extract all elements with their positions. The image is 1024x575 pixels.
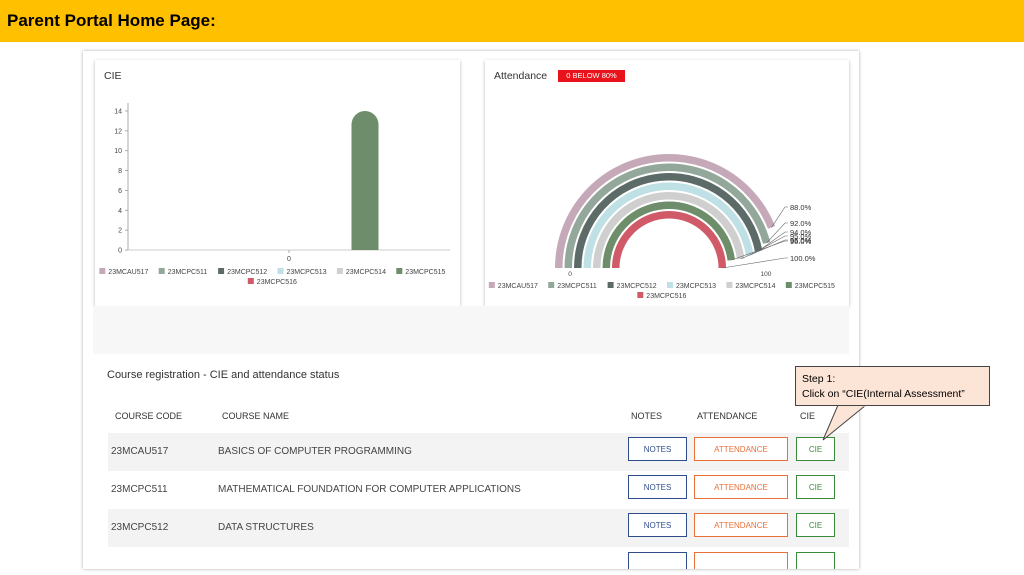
notes-button[interactable]: NOTES: [628, 437, 687, 461]
arc-value-label: 92.0%: [790, 219, 812, 228]
arc-value-label: 100.0%: [790, 254, 816, 263]
header-attendance: ATTENDANCE: [697, 411, 758, 421]
legend-label: 23MCPC514: [346, 269, 386, 276]
cie-button[interactable]: CIE: [796, 513, 835, 537]
legend-swatch: [99, 268, 106, 274]
arc-value-label: 88.0%: [790, 203, 812, 212]
legend-swatch: [667, 282, 673, 288]
legend-label: 23MCAU517: [108, 269, 148, 276]
legend-swatch: [277, 268, 284, 274]
legend-label: 23MCPC516: [257, 279, 297, 286]
legend-swatch: [158, 268, 165, 274]
legend-swatch: [637, 292, 644, 298]
legend-label: 23MCPC511: [168, 269, 208, 276]
notes-button[interactable]: NOTES: [628, 513, 687, 537]
attendance-button-partial[interactable]: [694, 552, 788, 569]
arc-23mcpc516: [612, 211, 726, 269]
legend-swatch: [726, 282, 733, 288]
table-row-partial: [108, 547, 849, 569]
course-code: 23MCPC512: [111, 522, 169, 533]
legend-label: 23MCPC512: [617, 283, 657, 290]
table-row: 23MCPC512 DATA STRUCTURES NOTES ATTENDAN…: [108, 509, 849, 547]
y-tick-label: 4: [118, 208, 122, 215]
legend-swatch: [396, 268, 403, 274]
attendance-button[interactable]: ATTENDANCE: [694, 475, 788, 499]
legend-label: 23MCPC511: [557, 283, 597, 290]
cie-button[interactable]: CIE: [796, 437, 835, 461]
course-name: BASICS OF COMPUTER PROGRAMMING: [218, 446, 412, 457]
legend-swatch: [607, 282, 614, 288]
cie-button[interactable]: CIE: [796, 475, 835, 499]
page-title: Parent Portal Home Page:: [7, 11, 216, 30]
legend-swatch: [218, 268, 225, 274]
notes-button-partial[interactable]: [628, 552, 687, 569]
y-tick-label: 10: [114, 148, 122, 155]
step-callout: Step 1: Click on “CIE(Internal Assessmen…: [795, 366, 990, 406]
attendance-chart-card: Attendance 0 BELOW 80% 88.0% 92.0% 94.0% 95…: [485, 60, 849, 306]
callout-instruction: Click on “CIE(Internal Assessment”: [802, 388, 965, 400]
notes-button[interactable]: NOTES: [628, 475, 687, 499]
attendance-button[interactable]: ATTENDANCE: [694, 513, 788, 537]
legend-swatch: [336, 268, 343, 274]
course-name: MATHEMATICAL FOUNDATION FOR COMPUTER APP…: [218, 484, 521, 495]
section-separator: [93, 306, 849, 354]
course-registration-panel: Course registration - CIE and attendance…: [93, 354, 849, 569]
header-banner: Parent Portal Home Page:: [0, 0, 1024, 42]
cie-chart-card: CIE 0 2 4 6 8 10 12 14 0 23MCAU517 23MCPC511 23MCPC…: [95, 60, 460, 306]
legend-swatch: [247, 278, 254, 284]
callout-step: Step 1:: [802, 373, 836, 385]
registration-title: Course registration - CIE and attendance…: [107, 369, 340, 381]
legend-swatch: [488, 282, 495, 288]
y-tick-label: 6: [118, 188, 122, 195]
legend-swatch: [785, 282, 792, 288]
legend-label: 23MCPC513: [287, 269, 327, 276]
table-row: 23MCPC511 MATHEMATICAL FOUNDATION FOR CO…: [108, 471, 849, 509]
legend-label: 23MCPC515: [795, 283, 835, 290]
axis-label-max: 100: [761, 271, 772, 278]
legend-label: 23MCPC514: [735, 283, 775, 290]
y-tick-label: 8: [118, 168, 122, 175]
legend-label: 23MCPC516: [646, 293, 686, 300]
legend-label: 23MCPC512: [227, 269, 267, 276]
course-code: 23MCAU517: [111, 446, 169, 457]
y-tick-label: 12: [114, 128, 122, 135]
bar-23mcpc515: [351, 111, 379, 250]
course-code: 23MCPC511: [111, 484, 168, 495]
header-course-code: COURSE CODE: [115, 411, 183, 421]
x-tick-label: 0: [287, 256, 291, 263]
y-tick-label: 0: [118, 248, 122, 255]
course-name: DATA STRUCTURES: [218, 522, 314, 533]
arc-value-label: 96.0%: [790, 237, 812, 246]
header-cie: CIE: [800, 411, 816, 421]
y-tick-label: 2: [118, 228, 122, 235]
y-tick-label: 14: [114, 109, 122, 116]
portal-screenshot: CIE 0 2 4 6 8 10 12 14 0 23MCAU517 23MCPC511 23MCPC…: [83, 51, 859, 569]
table-row: 23MCAU517 BASICS OF COMPUTER PROGRAMMING…: [108, 433, 849, 471]
attendance-button[interactable]: ATTENDANCE: [694, 437, 788, 461]
legend-swatch: [548, 282, 555, 288]
legend-label: 23MCPC513: [676, 283, 716, 290]
legend-label: 23MCPC515: [405, 269, 445, 276]
header-notes: NOTES: [631, 411, 663, 421]
cie-bar-chart: 0 2 4 6 8 10 12 14 0 23MCAU517 23MCPC511 23MCPC512 2…: [99, 103, 450, 286]
cie-button-partial[interactable]: [796, 552, 835, 569]
axis-label-min: 0: [568, 271, 572, 278]
attendance-radial-chart: 88.0%92.0%94.0%95.0%96.0%96.0%100.0%0 100…: [488, 153, 835, 300]
legend-label: 23MCAU517: [498, 283, 538, 290]
header-course-name: COURSE NAME: [222, 411, 290, 421]
